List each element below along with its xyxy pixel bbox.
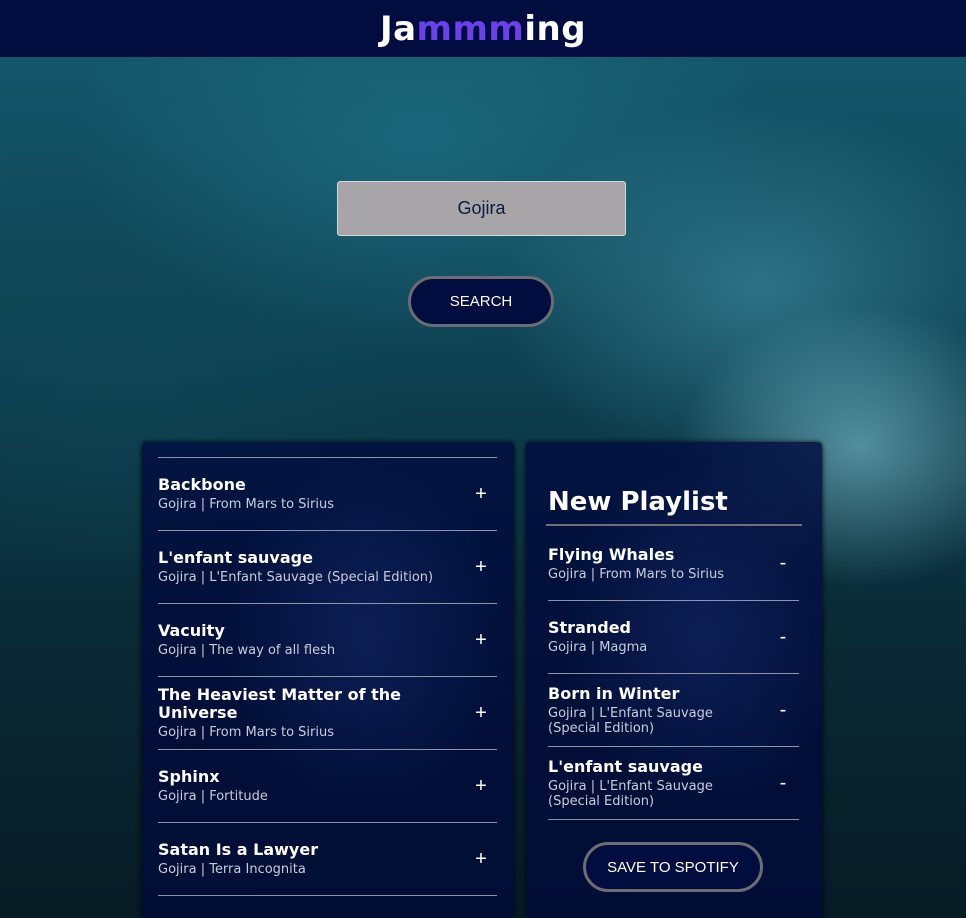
playlist-track-row: Stranded Gojira | Magma - [548,600,799,673]
playlist-divider [548,819,799,820]
track-row: Satan Is a Lawyer Gojira | Terra Incogni… [158,822,497,895]
track-info: Sphinx Gojira | Fortitude [158,767,466,805]
remove-track-button[interactable]: - [768,626,798,649]
track-info: Satan Is a Lawyer Gojira | Terra Incogni… [158,840,466,878]
track-artist-album: Gojira | From Mars to Sirius [158,497,334,512]
add-track-button[interactable]: + [466,848,496,871]
playlist-track-row: L'enfant sauvage Gojira | L'Enfant Sauva… [548,746,799,819]
track-artist-album: Gojira | From Mars to Sirius [158,725,334,740]
add-track-button[interactable]: + [466,629,496,652]
track-info: L'enfant sauvage Gojira | L'Enfant Sauva… [158,548,466,586]
track-title: Satan Is a Lawyer [158,840,319,859]
app-logo: Jammming [380,9,586,49]
track-title: Sphinx [158,767,220,786]
track-info: The Heaviest Matter of the Universe Goji… [158,685,466,741]
app-header: Jammming [0,0,966,57]
playlist-track-row: Born in Winter Gojira | L'Enfant Sauvage… [548,673,799,746]
playlist-name-input[interactable]: New Playlist [546,484,802,526]
track-row: L'enfant sauvage Gojira | L'Enfant Sauva… [158,530,497,603]
track-title: L'enfant sauvage [548,756,703,776]
track-title: Flying Whales [548,544,675,564]
track-artist-album: Gojira | Terra Incognita [158,862,306,877]
track-artist-album: Gojira | Fortitude [158,789,268,804]
track-artist-album: Gojira | Magma [548,640,648,655]
track-row: The Heaviest Matter of the Universe Goji… [158,676,497,749]
track-info: Vacuity Gojira | The way of all flesh [158,621,466,659]
track-row: Vacuity Gojira | The way of all flesh + [158,603,497,676]
track-info: Born in Winter Gojira | L'Enfant Sauvage… [548,683,768,736]
track-artist-album: Gojira | L'Enfant Sauvage (Special Editi… [548,778,713,809]
logo-text-start: Ja [379,8,417,49]
logo-text-end: ing [524,8,587,49]
track-info: L'enfant sauvage Gojira | L'Enfant Sauva… [548,756,768,809]
logo-text-accent: mmm [416,8,525,49]
track-title: The Heaviest Matter of the Universe [158,685,402,722]
track-artist-album: Gojira | L'Enfant Sauvage (Special Editi… [158,570,434,585]
track-row: Backbone Gojira | From Mars to Sirius + [158,457,497,530]
track-row [158,895,497,918]
search-button[interactable]: SEARCH [408,276,554,327]
remove-track-button[interactable]: - [768,552,798,575]
add-track-button[interactable]: + [466,556,496,579]
track-info: Backbone Gojira | From Mars to Sirius [158,475,466,513]
add-track-button[interactable]: + [466,702,496,725]
add-track-button[interactable]: + [466,775,496,798]
track-title: Vacuity [158,621,225,640]
track-title: Backbone [158,475,246,494]
track-row: Sphinx Gojira | Fortitude + [158,749,497,822]
track-title: L'enfant sauvage [158,548,313,567]
track-artist-album: Gojira | The way of all flesh [158,643,336,658]
save-to-spotify-button[interactable]: SAVE TO SPOTIFY [583,842,763,892]
search-input[interactable] [337,181,626,236]
track-artist-album: Gojira | From Mars to Sirius [548,566,724,582]
track-title: Stranded [548,618,632,637]
remove-track-button[interactable]: - [768,772,798,795]
track-info: Flying Whales Gojira | From Mars to Siri… [548,544,768,582]
add-track-button[interactable]: + [466,483,496,506]
remove-track-button[interactable]: - [768,699,798,722]
track-info: Stranded Gojira | Magma [548,618,768,656]
track-title: Born in Winter [548,683,680,703]
playlist-track-row: Flying Whales Gojira | From Mars to Siri… [548,527,799,600]
search-results-panel: Backbone Gojira | From Mars to Sirius + … [142,442,514,918]
track-artist-album: Gojira | L'Enfant Sauvage (Special Editi… [548,705,713,736]
jammming-app: Jammming SEARCH Backbone Gojira | From M… [0,0,966,918]
playlist-panel: New Playlist Flying Whales Gojira | From… [526,442,822,918]
